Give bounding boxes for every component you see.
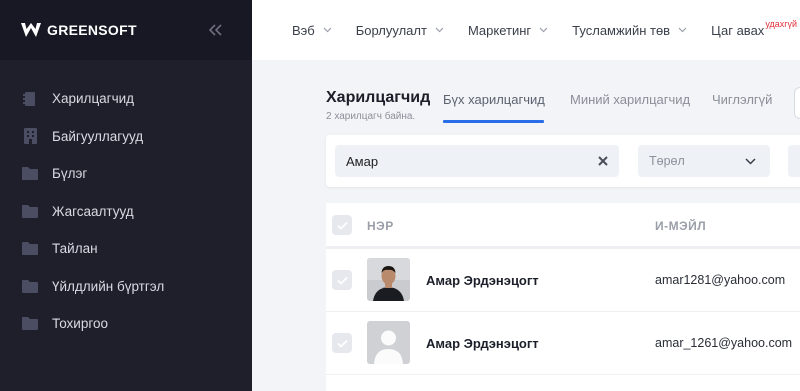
sidebar-item-lists[interactable]: Жагсаалтууд: [0, 193, 252, 231]
avatar-photo: [367, 258, 410, 301]
sidebar: GREENSOFT Харилцагчид Байгууллагууд Бүлэ…: [0, 0, 252, 391]
collapse-sidebar-button[interactable]: [206, 20, 226, 40]
contact-email[interactable]: amar1281@yahoo.com: [655, 273, 785, 287]
sidebar-item-label: Тохиргоо: [52, 316, 108, 332]
tab-all-contacts[interactable]: Бүх харилцагчид: [443, 92, 545, 107]
greensoft-logo-icon: [21, 22, 41, 37]
building-icon: [22, 128, 38, 145]
double-chevron-left-icon: [208, 24, 222, 36]
sidebar-item-label: Тайлан: [52, 241, 98, 257]
chevron-down-icon: [678, 27, 687, 33]
chevron-down-icon: [539, 27, 548, 33]
menu-help-center[interactable]: Тусламжийн төв: [572, 23, 687, 38]
sidebar-item-label: Харилцагчид: [52, 91, 135, 107]
clear-icon[interactable]: [597, 155, 609, 167]
main-content: Харилцагчид 2 харилцагч байна. Бүх харил…: [252, 60, 800, 391]
additional-filter-select[interactable]: [788, 145, 800, 177]
folder-icon: [22, 278, 38, 294]
top-navigation: Вэб Борлуулалт Маркетинг Тусламжийн төв …: [252, 0, 800, 60]
sidebar-item-label: Үйлдлийн бүртгэл: [52, 278, 165, 294]
check-icon: [336, 276, 348, 285]
contact-name[interactable]: Амар Эрдэнэцогт: [426, 336, 539, 351]
sidebar-item-organizations[interactable]: Байгууллагууд: [0, 118, 252, 156]
chevron-down-icon: [435, 27, 444, 33]
sidebar-header: GREENSOFT: [0, 0, 252, 60]
filter-bar: Төрөл: [326, 135, 800, 187]
check-icon: [336, 221, 348, 230]
menu-label: Маркетинг: [467, 22, 532, 38]
sidebar-item-groups[interactable]: Бүлэг: [0, 155, 252, 193]
tab-unassigned[interactable]: Чиглэлгүй: [712, 92, 772, 107]
avatar-placeholder-icon: [367, 321, 410, 364]
logo[interactable]: GREENSOFT: [20, 22, 137, 39]
sidebar-item-label: Бүлэг: [52, 166, 88, 182]
folder-icon: [22, 203, 38, 219]
row-checkbox[interactable]: [332, 333, 352, 353]
active-tab-indicator: [443, 120, 544, 123]
contact-name[interactable]: Амар Эрдэнэцогт: [426, 273, 539, 288]
brand-name: GREENSOFT: [47, 22, 137, 38]
search-input[interactable]: [346, 153, 576, 169]
check-icon: [336, 339, 348, 348]
sidebar-item-settings[interactable]: Тохиргоо: [0, 305, 252, 343]
menu-label: Борлуулалт: [355, 22, 427, 38]
contact-count: 2 харилцагч байна.: [326, 111, 416, 122]
table-row[interactable]: Амар Эрдэнэцогт amar_1261@yahoo.com: [326, 312, 800, 375]
column-header-name[interactable]: НЭР: [367, 219, 394, 233]
page-title: Харилцагчид: [326, 89, 431, 106]
menu-label: Тусламжийн төв: [572, 22, 671, 38]
menu-web[interactable]: Вэб: [292, 23, 332, 38]
folder-icon: [22, 241, 38, 257]
column-header-email[interactable]: И-МЭЙЛ: [655, 219, 706, 233]
sidebar-item-activity-log[interactable]: Үйлдлийн бүртгэл: [0, 268, 252, 306]
sidebar-nav: Харилцагчид Байгууллагууд Бүлэг Жагсаалт…: [0, 60, 252, 343]
contacts-table: НЭР И-МЭЙЛ Амар Эрдэнэцогт amar1281@yaho…: [326, 203, 800, 391]
type-select[interactable]: Төрөл: [638, 145, 770, 177]
menu-label: Вэб: [292, 22, 315, 38]
menu-marketing[interactable]: Маркетинг: [468, 23, 548, 38]
menu-label: Цаг авах: [711, 22, 765, 38]
sidebar-item-reports[interactable]: Тайлан: [0, 230, 252, 268]
folder-icon: [22, 316, 38, 332]
sidebar-item-label: Жагсаалтууд: [52, 203, 134, 219]
sidebar-item-label: Байгууллагууд: [52, 128, 144, 144]
menu-sales[interactable]: Борлуулалт: [356, 23, 444, 38]
tab-my-contacts[interactable]: Миний харилцагчид: [570, 92, 690, 107]
chevron-down-icon: [745, 158, 756, 165]
table-header: НЭР И-МЭЙЛ: [326, 203, 800, 249]
search-field[interactable]: [335, 145, 619, 177]
chevron-down-icon: [323, 27, 332, 33]
sidebar-item-contacts[interactable]: Харилцагчид: [0, 80, 252, 118]
type-select-placeholder: Төрөл: [649, 154, 685, 168]
row-checkbox[interactable]: [332, 270, 352, 290]
table-row[interactable]: Амар Эрдэнэцогт amar1281@yahoo.com: [326, 249, 800, 312]
menu-booking[interactable]: Цаг авах удахгүй: [711, 19, 797, 38]
contact-email[interactable]: amar_1261@yahoo.com: [655, 336, 792, 350]
header-action-button[interactable]: [794, 87, 800, 119]
select-all-checkbox[interactable]: [332, 215, 352, 235]
coming-soon-badge: удахгүй: [765, 19, 798, 29]
folder-icon: [22, 166, 38, 182]
page-header: Харилцагчид 2 харилцагч байна. Бүх харил…: [326, 87, 800, 127]
contact-book-icon: [22, 91, 38, 107]
